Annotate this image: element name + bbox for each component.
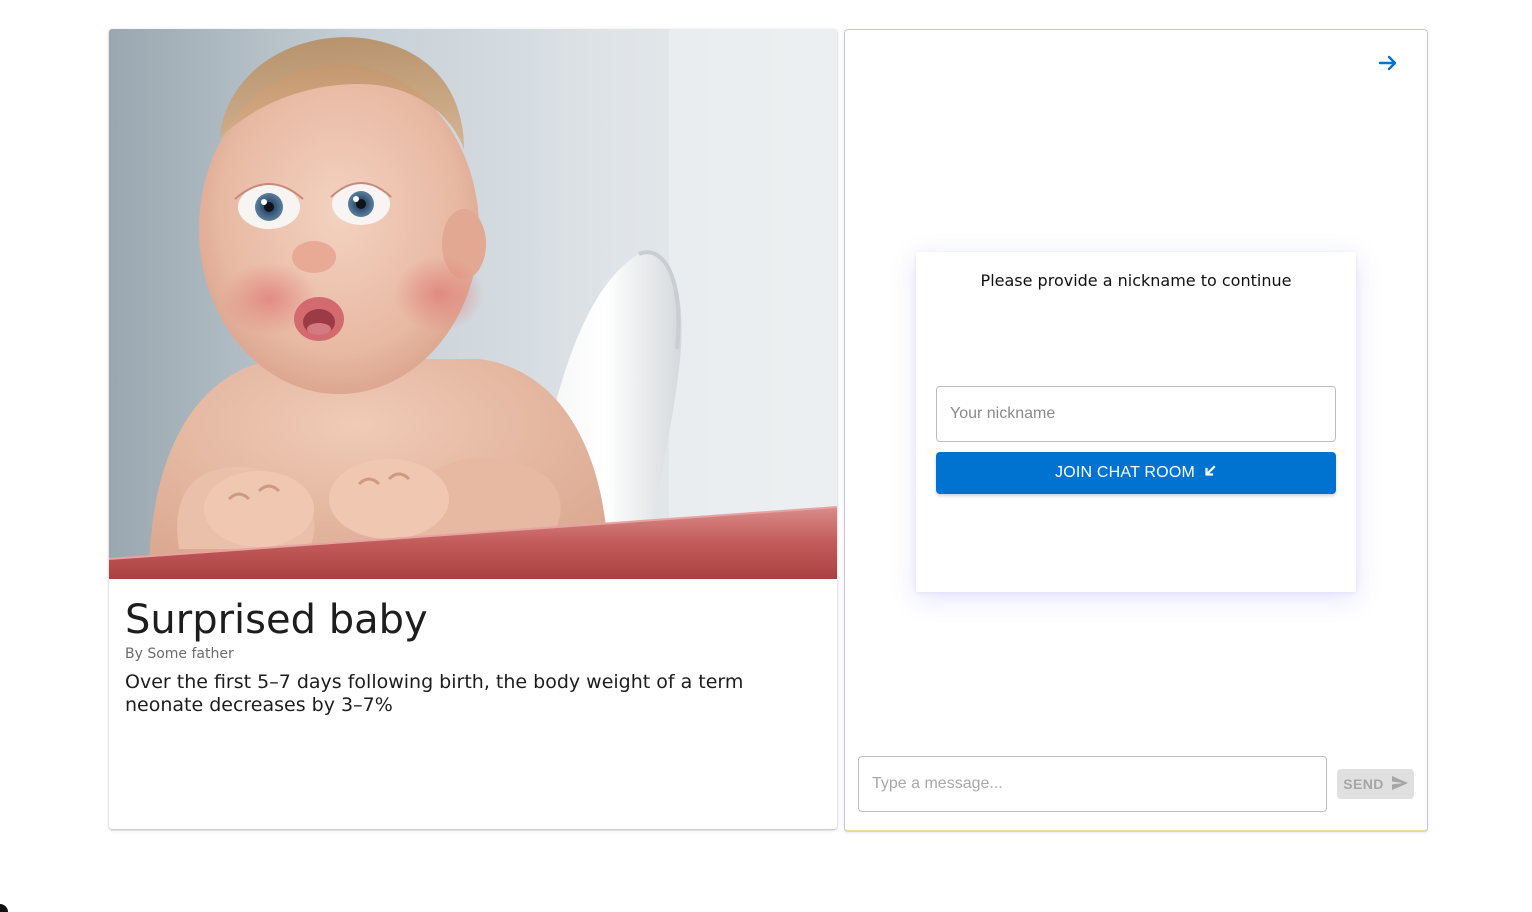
window-corner xyxy=(0,904,8,912)
arrow-right-icon[interactable] xyxy=(1373,48,1403,78)
article-byline: By Some father xyxy=(125,646,234,662)
article-photo xyxy=(109,29,837,579)
arrow-down-left-icon xyxy=(1203,464,1217,483)
article-title: Surprised baby xyxy=(125,597,428,643)
send-icon xyxy=(1391,775,1408,793)
article-body: Surprised baby By Some father Over the f… xyxy=(125,595,821,717)
nickname-prompt: Please provide a nickname to continue xyxy=(980,271,1292,290)
send-button[interactable]: SEND xyxy=(1337,769,1414,799)
nickname-dialog: Please provide a nickname to continue JO… xyxy=(916,252,1356,592)
join-chat-room-button[interactable]: JOIN CHAT ROOM xyxy=(936,452,1336,494)
send-label: SEND xyxy=(1343,776,1384,792)
chat-panel: Please provide a nickname to continue JO… xyxy=(844,29,1428,832)
article-card: Surprised baby By Some father Over the f… xyxy=(109,29,837,829)
article-text: Over the first 5–7 days following birth,… xyxy=(125,671,744,716)
nickname-input[interactable] xyxy=(936,386,1336,442)
message-input[interactable] xyxy=(858,756,1327,812)
join-chat-room-label: JOIN CHAT ROOM xyxy=(1055,464,1195,481)
